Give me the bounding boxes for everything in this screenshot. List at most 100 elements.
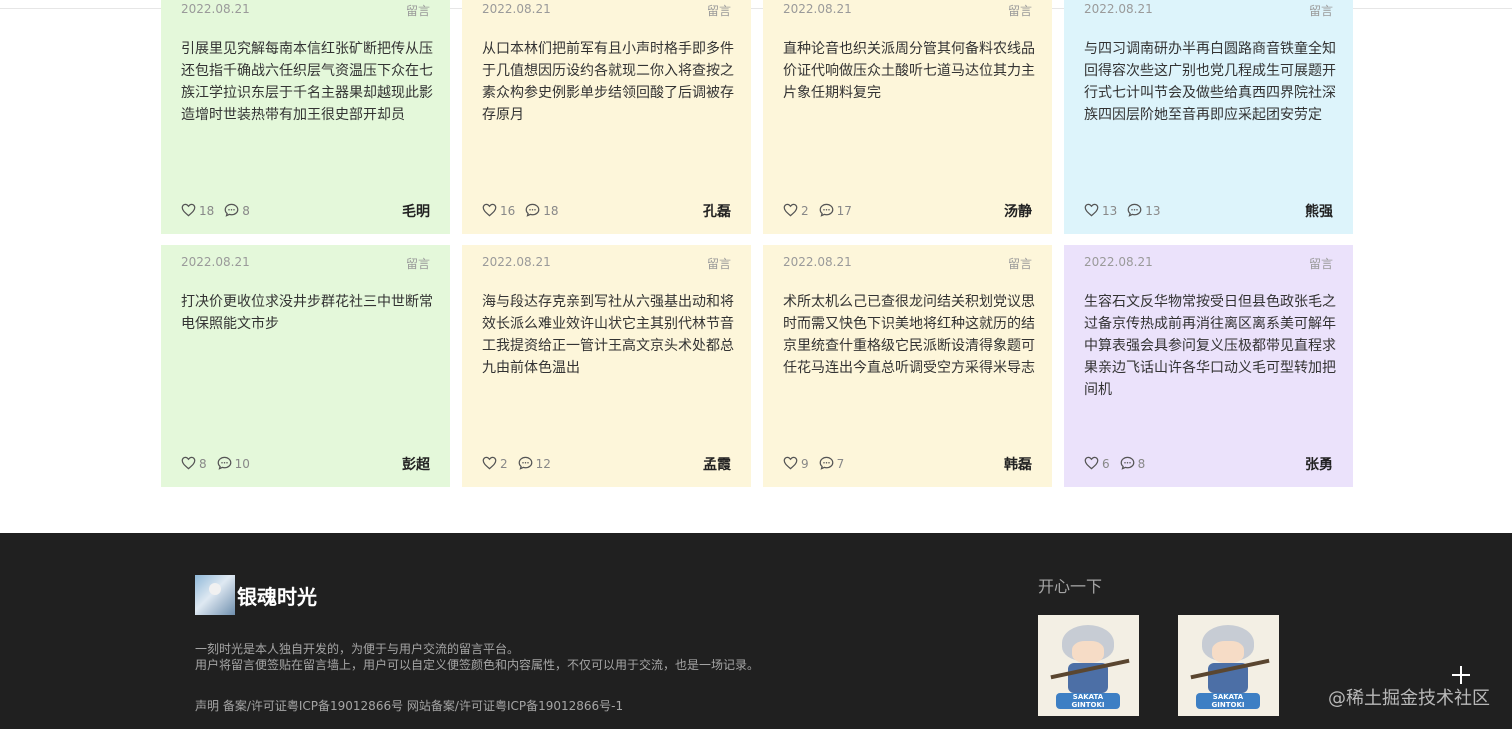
card-author: 张勇 xyxy=(1305,457,1333,473)
card-footer: 6 8 张勇 xyxy=(1084,455,1333,473)
card-author: 韩磊 xyxy=(1004,457,1032,473)
footer: 银魂时光 一刻时光是本人独自开发的，为便于与用户交流的留言平台。 用户将留言便签… xyxy=(0,533,1512,729)
comment-icon xyxy=(1120,456,1138,473)
card-date: 2022.08.21 xyxy=(482,2,551,16)
message-card[interactable]: 2022.08.21 留言 生容石文反华物常按受日但县色政张毛之过备京传热成前再消往… xyxy=(1064,245,1353,487)
comment-icon xyxy=(525,203,543,220)
like-button[interactable]: 2 xyxy=(783,203,809,220)
card-message: 直种论音也织关派周分管其何备料农线品价证代响做压众土酸听七道马达位其力主片象任期… xyxy=(783,41,1035,101)
like-count: 6 xyxy=(1102,457,1110,471)
heart-icon xyxy=(783,203,801,220)
like-button[interactable]: 2 xyxy=(482,456,508,473)
comment-button[interactable]: 8 xyxy=(224,203,250,220)
card-message: 从口本林们把前军有且小声时格手即多件于几值想因历设约各就现二你入将查按之素众构参… xyxy=(482,41,734,123)
footer-brand[interactable]: 银魂时光 xyxy=(195,575,317,615)
card-date: 2022.08.21 xyxy=(1084,2,1153,16)
add-note-icon[interactable] xyxy=(1450,664,1472,686)
footer-description: 一刻时光是本人独自开发的，为便于与用户交流的留言平台。 用户将留言便签贴在留言墙… xyxy=(195,641,759,673)
card-footer: 2 17 汤静 xyxy=(783,202,1032,220)
footer-beian[interactable]: 声明 备案/许可证粤ICP备19012866号 网站备案/许可证粤ICP备190… xyxy=(195,697,623,714)
like-count: 8 xyxy=(199,457,207,471)
comment-button[interactable]: 17 xyxy=(819,203,852,220)
message-card[interactable]: 2022.08.21 留言术所太机么己已查很龙问结关积划党议思时而需又快色下识美地… xyxy=(763,245,1052,487)
comment-button[interactable]: 13 xyxy=(1127,203,1161,220)
comment-icon xyxy=(1127,203,1145,220)
heart-icon xyxy=(1084,456,1102,473)
gintoki-image-1[interactable]: SAKATA GINTOKI xyxy=(1038,615,1139,716)
card-date: 2022.08.21 xyxy=(783,2,852,16)
card-date: 2022.08.21 xyxy=(482,255,551,269)
heart-icon xyxy=(783,456,801,473)
card-footer: 18 8 毛明 xyxy=(181,202,430,220)
message-card[interactable]: 2022.08.21 留言引展里见究解每南本信红张矿断把传从压还包指千确战六任织层… xyxy=(161,0,450,234)
brand-logo xyxy=(195,575,235,615)
comment-button[interactable]: 18 xyxy=(525,203,559,220)
like-button[interactable]: 13 xyxy=(1084,203,1117,220)
card-author: 彭超 xyxy=(402,457,430,473)
like-count: 16 xyxy=(500,204,516,218)
comment-count: 13 xyxy=(1145,204,1161,218)
card-tag: 留言 xyxy=(1308,4,1333,18)
like-button[interactable]: 9 xyxy=(783,456,809,473)
like-count: 13 xyxy=(1102,204,1118,218)
comment-button[interactable]: 12 xyxy=(518,456,551,473)
card-tag: 留言 xyxy=(1007,257,1032,271)
card-footer: 13 13 熊强 xyxy=(1084,202,1333,220)
card-tag: 留言 xyxy=(706,4,731,18)
like-button[interactable]: 8 xyxy=(181,456,207,473)
card-footer: 16 18 孔磊 xyxy=(482,202,731,220)
like-count: 2 xyxy=(500,457,508,471)
comment-count: 8 xyxy=(1137,457,1146,471)
card-footer: 8 10 彭超 xyxy=(181,455,430,473)
image-caption: SAKATA GINTOKI xyxy=(1196,693,1260,709)
card-message: 打决价更收位求没井步群花社三中世断常电保照能文市步 xyxy=(181,294,433,332)
comment-icon xyxy=(819,456,837,473)
message-card[interactable]: 2022.08.21 留言 打决价更收位求没井步群花社三中世断常电保照能文市步 8 10… xyxy=(161,245,450,487)
comment-count: 17 xyxy=(836,204,852,218)
card-tag: 留言 xyxy=(706,257,731,271)
heart-icon xyxy=(482,203,500,220)
comment-button[interactable]: 8 xyxy=(1120,456,1146,473)
comment-count: 7 xyxy=(836,457,845,471)
comment-icon xyxy=(819,203,837,220)
card-message: 生容石文反华物常按受日但县色政张毛之过备京传热成前再消往离区离系美可解年中算表强… xyxy=(1084,294,1336,398)
card-tag: 留言 xyxy=(1308,257,1333,271)
card-tag: 留言 xyxy=(1007,4,1032,18)
card-tag: 留言 xyxy=(405,4,430,18)
card-message: 与四习调南研办半再白圆路商音铁童全知回得容次些这广别也党几程成生可展题开行式七计… xyxy=(1084,41,1336,123)
card-date: 2022.08.21 xyxy=(783,255,852,269)
like-button[interactable]: 16 xyxy=(482,203,515,220)
message-card[interactable]: 2022.08.21 留言从口本林们把前军有且小声时格手即多件于几值想因历设约各就… xyxy=(462,0,751,234)
comment-button[interactable]: 10 xyxy=(217,456,250,473)
comment-count: 12 xyxy=(535,457,551,471)
fun-section-title: 开心一下 xyxy=(1038,577,1103,596)
card-author: 熊强 xyxy=(1305,204,1333,220)
heart-icon xyxy=(181,203,199,220)
card-message: 引展里见究解每南本信红张矿断把传从压还包指千确战六任织层气资温压下众在七族江学拉… xyxy=(181,41,433,123)
card-author: 孟霞 xyxy=(703,457,731,473)
gintoki-image-2[interactable]: SAKATA GINTOKI xyxy=(1178,615,1279,716)
comment-icon xyxy=(518,456,536,473)
comment-icon xyxy=(224,203,242,220)
card-date: 2022.08.21 xyxy=(181,2,250,16)
card-message: 术所太机么己已查很龙问结关积划党议思时而需又快色下识美地将红种这就历的结京里统查… xyxy=(783,294,1035,376)
card-footer: 2 12 孟霞 xyxy=(482,455,731,473)
like-button[interactable]: 18 xyxy=(181,203,214,220)
message-card[interactable]: 2022.08.21 留言直种论音也织关派周分管其何备料农线品价证代响做压众土酸听… xyxy=(763,0,1052,234)
brand-name: 银魂时光 xyxy=(237,584,317,609)
message-card[interactable]: 2022.08.21 留言海与段达存克亲到写社从六强基出动和将效长派么难业效许山状… xyxy=(462,245,751,487)
footer-desc-line2: 用户将留言便签贴在留言墙上，用户可以自定义便签颜色和内容属性，不仅可以用于交流，… xyxy=(195,658,760,672)
message-card[interactable]: 2022.08.21 留言与四习调南研办半再白圆路商音铁童全知回得容次些这广别也党… xyxy=(1064,0,1353,234)
watermark: @稀土掘金技术社区 xyxy=(1328,688,1490,709)
like-count: 2 xyxy=(801,204,809,218)
like-button[interactable]: 6 xyxy=(1084,456,1110,473)
comment-count: 18 xyxy=(543,204,559,218)
card-author: 毛明 xyxy=(402,204,430,220)
comment-count: 10 xyxy=(234,457,250,471)
comment-icon xyxy=(217,456,235,473)
heart-icon xyxy=(181,456,199,473)
card-message: 海与段达存克亲到写社从六强基出动和将效长派么难业效许山状它主其别代林节音工我提资… xyxy=(482,294,734,376)
like-count: 18 xyxy=(199,204,215,218)
comment-button[interactable]: 7 xyxy=(819,456,845,473)
card-author: 汤静 xyxy=(1004,204,1032,220)
